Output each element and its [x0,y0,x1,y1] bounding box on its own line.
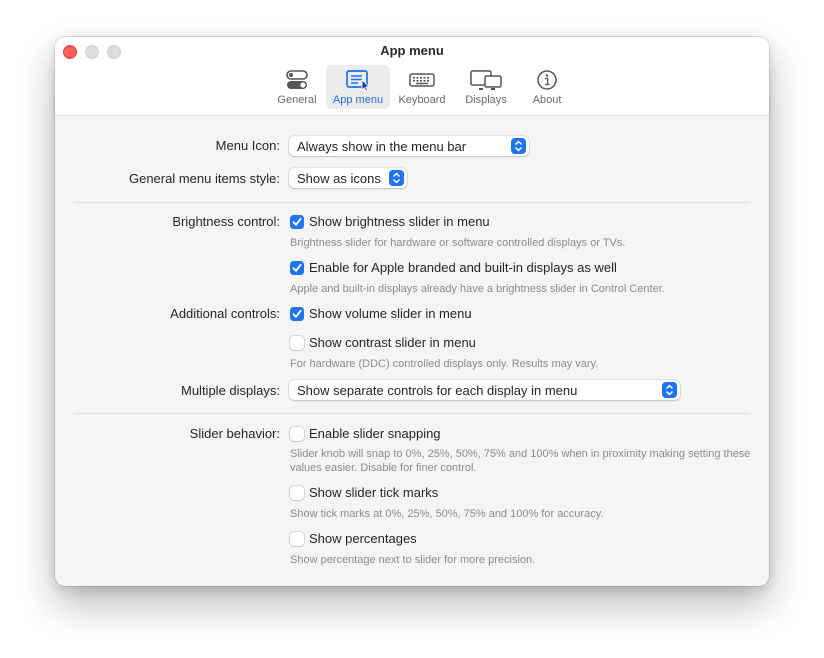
menu-icon-value: Always show in the menu bar [297,138,467,154]
tab-app-menu[interactable]: App menu [326,65,390,109]
multiple-displays-value: Show separate controls for each display … [297,382,578,398]
info-icon [537,70,557,90]
brightness-label: Brightness control: [172,214,280,229]
tab-keyboard[interactable]: Keyboard [390,65,454,109]
apple-displays-label: Enable for Apple branded and built-in di… [309,260,617,275]
chevron-updown-icon [511,138,526,154]
multiple-displays-popup[interactable]: Show separate controls for each display … [289,380,680,400]
slider-snapping-label: Enable slider snapping [309,426,441,441]
volume-slider-label: Show volume slider in menu [309,306,472,321]
separator [74,413,750,414]
menu-items-style-value: Show as icons [297,170,381,186]
chevron-updown-icon [662,382,677,398]
toolbar: App menu General App menu Keyboard Displ… [55,37,769,116]
checkmark-icon [292,309,302,318]
tab-label: Displays [465,94,507,106]
chevron-updown-icon [389,170,404,186]
contrast-slider-label: Show contrast slider in menu [309,335,476,350]
slider-snapping-checkbox[interactable] [290,427,304,441]
contrast-slider-checkbox[interactable] [290,336,304,350]
slider-behavior-label: Slider behavior: [189,426,280,441]
tab-about[interactable]: About [518,65,576,109]
slider-snapping-hint: Slider knob will snap to 0%, 25%, 50%, 7… [290,448,751,474]
additional-controls-label: Additional controls: [170,306,280,321]
percentages-checkbox[interactable] [290,532,304,546]
volume-slider-checkbox[interactable] [290,307,304,321]
tab-label: General [277,94,317,106]
apple-displays-checkbox[interactable] [290,261,304,275]
tick-marks-hint: Show tick marks at 0%, 25%, 50%, 75% and… [290,508,604,520]
separator [74,202,750,203]
checkmark-icon [292,217,302,226]
brightness-slider-label: Show brightness slider in menu [309,214,490,229]
tab-label: App menu [332,94,384,106]
multiple-displays-label: Multiple displays: [181,383,280,398]
menu-items-style-label: General menu items style: [128,171,280,186]
checkmark-icon [292,263,302,272]
brightness-slider-checkbox[interactable] [290,215,304,229]
menu-icon-popup[interactable]: Always show in the menu bar [289,136,529,156]
menu-items-style-popup[interactable]: Show as icons [289,168,407,188]
tab-displays[interactable]: Displays [454,65,518,109]
tab-general[interactable]: General [268,65,326,109]
percentages-label: Show percentages [309,531,417,546]
brightness-slider-hint: Brightness slider for hardware or softwa… [290,237,626,249]
contrast-slider-hint: For hardware (DDC) controlled displays o… [290,358,599,370]
window-title: App menu [380,43,444,58]
toggles-icon [286,70,308,89]
menu-cursor-icon [346,70,370,91]
menu-icon-label: Menu Icon: [215,138,280,153]
tick-marks-checkbox[interactable] [290,486,304,500]
settings-pane: Menu Icon: Always show in the menu bar G… [55,116,769,586]
keyboard-icon [409,73,435,87]
tab-label: About [532,94,562,106]
percentages-hint: Show percentage next to slider for more … [290,554,536,566]
tick-marks-label: Show slider tick marks [309,485,439,500]
displays-icon [470,70,502,90]
tab-bar: General App menu Keyboard Displays About [268,65,576,109]
tab-label: Keyboard [398,94,446,106]
apple-displays-hint: Apple and built-in displays already have… [290,283,665,295]
settings-window: App menu General App menu Keyboard Displ… [55,37,769,586]
